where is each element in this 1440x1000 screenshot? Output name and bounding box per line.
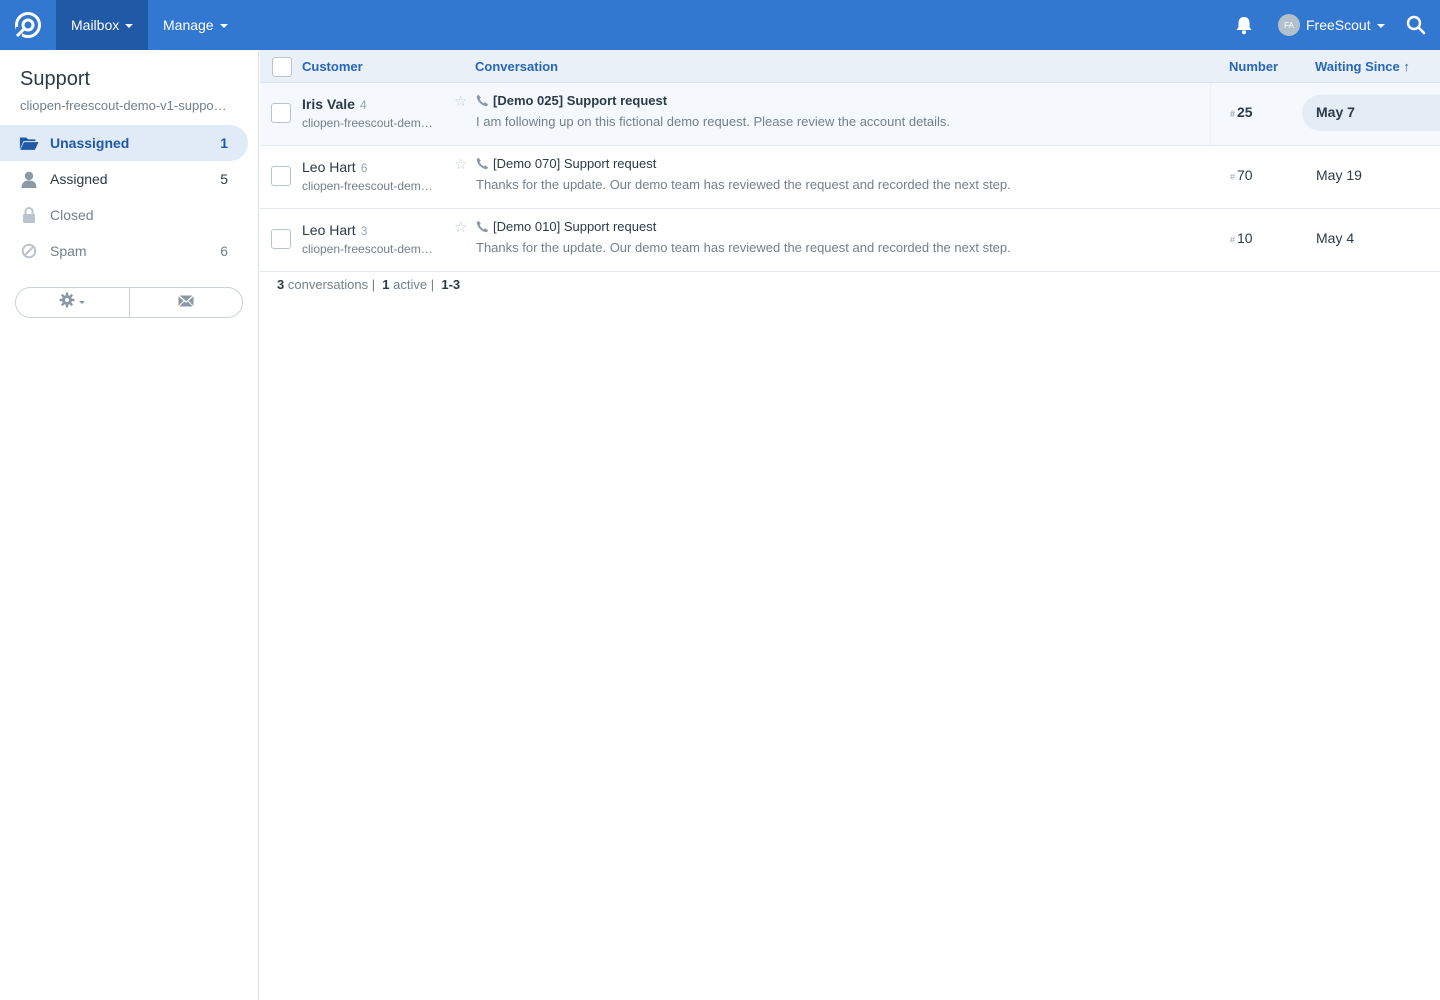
waiting-since: May 7 [1316,104,1355,120]
folder-label: Assigned [50,171,108,187]
conversation-list: Customer Conversation Number Waiting Sin… [260,50,1440,1000]
folder-open-icon [19,134,39,152]
star-icon[interactable]: ☆ [454,155,467,173]
subject-text: [Demo 010] Support request [493,219,657,234]
hash-symbol: # [1230,172,1236,182]
customer-email: cliopen-freescout-demo@example.com [302,242,434,256]
hash-symbol: # [1230,235,1236,245]
chevron-down-icon [125,24,134,28]
thread-count: 3 [360,224,368,238]
folder-count: 6 [220,243,228,259]
top-navbar: Mailbox Manage FA FreeScout [0,0,1440,50]
freescout-logo-icon[interactable] [0,0,56,50]
conversation-subject[interactable]: [Demo 010] Support request [476,219,656,234]
number-value: 10 [1237,230,1253,246]
column-conversation[interactable]: Conversation [475,59,558,74]
column-waiting-since[interactable]: Waiting Since ↑ [1315,59,1410,74]
table-row[interactable]: Leo Hart 3 cliopen-freescout-demo@example… [260,209,1440,272]
subject-text: [Demo 025] Support request [493,93,668,108]
customer-name-text: Iris Vale [302,96,355,112]
user-menu[interactable]: FA FreeScout [1278,13,1385,37]
hash-symbol: # [1230,109,1236,119]
conversation-number: #70 [1230,167,1253,183]
conversation-preview: I am following up on this fictional demo… [476,114,951,129]
number-value: 25 [1237,104,1253,120]
phone-icon [476,157,489,170]
lock-icon [19,206,39,224]
active-count: 1 [382,277,390,292]
conversation-preview: Thanks for the update. Our demo team has… [476,240,1011,255]
user-name: FreeScout [1306,17,1371,33]
column-customer[interactable]: Customer [302,59,363,74]
mailbox-name: Support [20,68,91,90]
table-row[interactable]: Iris Vale 4 cliopen-freescout-demo@exampl… [260,83,1440,146]
conversation-number: #10 [1230,230,1253,246]
customer-name[interactable]: Leo Hart 3 [302,222,367,238]
mailbox-settings-button[interactable] [16,288,130,317]
nav-manage-label: Manage [163,17,214,33]
conversation-subject[interactable]: [Demo 070] Support request [476,156,656,171]
folder-count: 5 [220,171,228,187]
divider [1210,83,1211,145]
row-checkbox[interactable] [271,229,291,249]
list-footer: 3 conversations | 1 active | 1-3 [277,277,461,292]
table-header: Customer Conversation Number Waiting Sin… [260,50,1440,83]
nav-manage-menu[interactable]: Manage [148,0,243,50]
star-icon[interactable]: ☆ [454,218,467,236]
folder-label: Unassigned [50,135,130,151]
conversation-preview: Thanks for the update. Our demo team has… [476,177,1011,192]
gear-icon [59,292,75,313]
notifications-bell-icon[interactable] [1235,15,1253,35]
folder-unassigned[interactable]: Unassigned 1 [0,125,248,161]
conversation-subject[interactable]: [Demo 025] Support request [476,93,667,108]
mailbox-actions [15,287,243,318]
chevron-down-icon [219,24,228,28]
thread-count: 4 [359,98,367,112]
customer-name[interactable]: Leo Hart 6 [302,159,367,175]
column-number[interactable]: Number [1229,59,1278,74]
customer-email: cliopen-freescout-demo@example.com [302,179,434,193]
active-count-label: active [393,277,428,292]
customer-name-text: Leo Hart [302,159,356,175]
number-value: 70 [1237,167,1253,183]
new-conversation-button[interactable] [130,288,243,317]
folder-assigned[interactable]: Assigned 5 [0,161,248,197]
ban-icon [19,242,39,260]
page-range: 1-3 [441,277,461,292]
conversation-number: #25 [1230,104,1253,120]
subject-text: [Demo 070] Support request [493,156,657,171]
search-icon[interactable] [1406,15,1426,35]
star-icon[interactable]: ☆ [454,92,467,110]
phone-icon [476,94,489,107]
table-row[interactable]: Leo Hart 6 cliopen-freescout-demo@example… [260,146,1440,209]
chevron-down-icon [79,301,86,304]
waiting-since: May 19 [1316,167,1362,183]
sidebar: Support cliopen-freescout-demo-v1-suppor… [0,50,259,1000]
user-icon [19,170,39,188]
folder-label: Spam [50,243,87,259]
folder-label: Closed [50,207,94,223]
customer-name-text: Leo Hart [302,222,356,238]
mailbox-email: cliopen-freescout-demo-v1-support@exampl… [20,98,230,113]
phone-icon [476,220,489,233]
select-all-checkbox[interactable] [272,57,292,77]
folder-count: 1 [220,135,228,151]
nav-mailbox-menu[interactable]: Mailbox [56,0,149,50]
customer-email: cliopen-freescout-demo@example.com [302,116,434,130]
row-checkbox[interactable] [271,103,291,123]
conversation-count: 3 [277,277,285,292]
avatar: FA [1278,14,1300,36]
envelope-icon [177,294,194,312]
folder-spam[interactable]: Spam 6 [0,233,248,269]
conversation-count-label: conversations [287,277,369,292]
folder-closed[interactable]: Closed [0,197,248,233]
customer-name[interactable]: Iris Vale 4 [302,96,367,112]
waiting-since: May 4 [1316,230,1355,246]
row-checkbox[interactable] [271,166,291,186]
chevron-down-icon [1376,24,1385,28]
nav-mailbox-label: Mailbox [71,17,120,33]
thread-count: 6 [360,161,368,175]
